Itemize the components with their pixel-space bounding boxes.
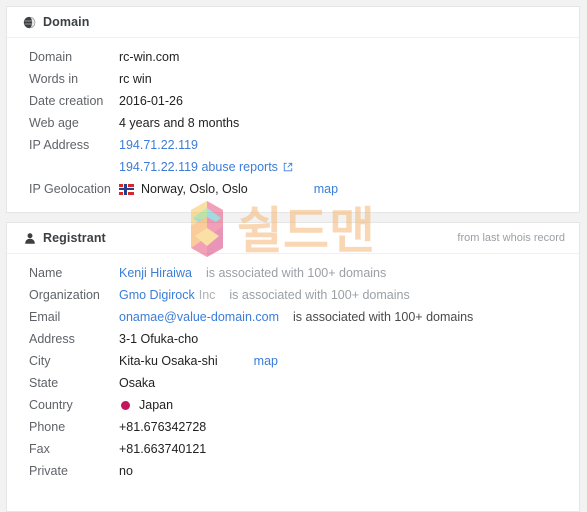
row-value: 3-1 Ofuka-cho <box>119 332 199 346</box>
row-abuse-reports: 194.71.22.119 abuse reports <box>7 156 579 178</box>
row-name: Name Kenji Hiraiwa is associated with 10… <box>7 262 579 284</box>
geolocation-text: Norway, Oslo, Oslo <box>141 182 248 196</box>
row-organization: Organization Gmo Digirock Inc is associa… <box>7 284 579 306</box>
geolocation-map-link[interactable]: map <box>314 178 338 200</box>
row-web-age: Web age 4 years and 8 months <box>7 112 579 134</box>
norway-flag-icon <box>119 183 134 195</box>
row-value: Gmo Digirock Inc is associated with 100+… <box>119 284 410 306</box>
row-value: +81.663740121 <box>119 442 207 456</box>
row-label: Words in <box>29 72 79 86</box>
row-value: 2016-01-26 <box>119 94 183 108</box>
row-label: Private <box>29 464 68 478</box>
row-label: Fax <box>29 442 50 456</box>
whois-record-note: from last whois record <box>457 232 565 244</box>
domain-card-title: Domain <box>43 15 90 29</box>
registrant-rows: Name Kenji Hiraiwa is associated with 10… <box>7 254 579 482</box>
row-ip-address: IP Address 194.71.22.119 <box>7 134 579 156</box>
row-label: Domain <box>29 50 73 64</box>
abuse-reports-link[interactable]: 194.71.22.119 abuse reports <box>119 156 278 178</box>
row-country: Country Japan <box>7 394 579 416</box>
row-value: Osaka <box>119 376 156 390</box>
row-value: no <box>119 464 133 478</box>
row-label: Phone <box>29 420 66 434</box>
domain-card-header: Domain <box>7 7 579 38</box>
registrant-card-header: Registrant from last whois record <box>7 223 579 254</box>
row-value: 194.71.22.119 abuse reports <box>119 156 293 178</box>
row-state: State Osaka <box>7 372 579 394</box>
row-city: City Kita-ku Osaka-shi map <box>7 350 579 372</box>
row-private: Private no <box>7 460 579 482</box>
associated-domains-note: is associated with 100+ domains <box>229 288 410 302</box>
row-value: 4 years and 8 months <box>119 116 240 130</box>
row-words-in: Words in rc win <box>7 68 579 90</box>
row-value: +81.676342728 <box>119 420 207 434</box>
row-value: rc-win.com <box>119 50 180 64</box>
city-text: Kita-ku Osaka-shi <box>119 354 218 368</box>
domain-rows: Domain rc-win.com Words in rc win Date c… <box>7 38 579 200</box>
row-date-creation: Date creation 2016-01-26 <box>7 90 579 112</box>
ip-address-link[interactable]: 194.71.22.119 <box>119 134 198 156</box>
row-phone: Phone +81.676342728 <box>7 416 579 438</box>
row-label: Address <box>29 332 75 346</box>
row-value: Japan <box>119 394 173 416</box>
row-email: Email onamae@value-domain.com is associa… <box>7 306 579 328</box>
row-fax: Fax +81.663740121 <box>7 438 579 460</box>
domain-card: Domain Domain rc-win.com Words in rc win… <box>6 6 580 213</box>
country-text: Japan <box>139 398 174 412</box>
row-domain: Domain rc-win.com <box>7 46 579 68</box>
external-link-icon <box>283 162 293 172</box>
user-icon <box>23 232 36 245</box>
registrant-card-title: Registrant <box>43 231 106 245</box>
associated-domains-note: is associated with 100+ domains <box>205 266 387 280</box>
row-label: Web age <box>29 116 79 130</box>
row-label: Organization <box>29 288 100 302</box>
row-label: Country <box>29 398 73 412</box>
row-address: Address 3-1 Ofuka-cho <box>7 328 579 350</box>
row-label: Date creation <box>29 94 104 108</box>
row-label: Email <box>29 310 61 324</box>
row-label: Name <box>29 266 63 280</box>
associated-domains-note: is associated with 100+ domains <box>293 310 474 324</box>
row-value: rc win <box>119 72 152 86</box>
registrant-organization-link[interactable]: Gmo Digirock <box>119 284 195 306</box>
japan-flag-icon <box>121 400 130 410</box>
registrant-card: Registrant from last whois record Name K… <box>6 222 580 512</box>
row-value: Kita-ku Osaka-shi map <box>119 350 278 372</box>
registrant-email-link[interactable]: onamae@value-domain.com <box>119 306 279 328</box>
row-label: State <box>29 376 59 390</box>
row-label: City <box>29 354 51 368</box>
row-label: IP Geolocation <box>29 182 111 196</box>
registrant-name-link[interactable]: Kenji Hiraiwa <box>119 262 192 284</box>
row-value: Norway, Oslo, Oslo map <box>119 178 338 200</box>
row-label: IP Address <box>29 138 90 152</box>
organization-suffix: Inc <box>198 288 216 302</box>
globe-icon <box>23 16 36 29</box>
row-ip-geolocation: IP Geolocation Norway, Oslo, Oslo map <box>7 178 579 200</box>
row-value: Kenji Hiraiwa is associated with 100+ do… <box>119 262 386 284</box>
row-value: onamae@value-domain.com is associated wi… <box>119 306 473 328</box>
city-map-link[interactable]: map <box>254 350 278 372</box>
